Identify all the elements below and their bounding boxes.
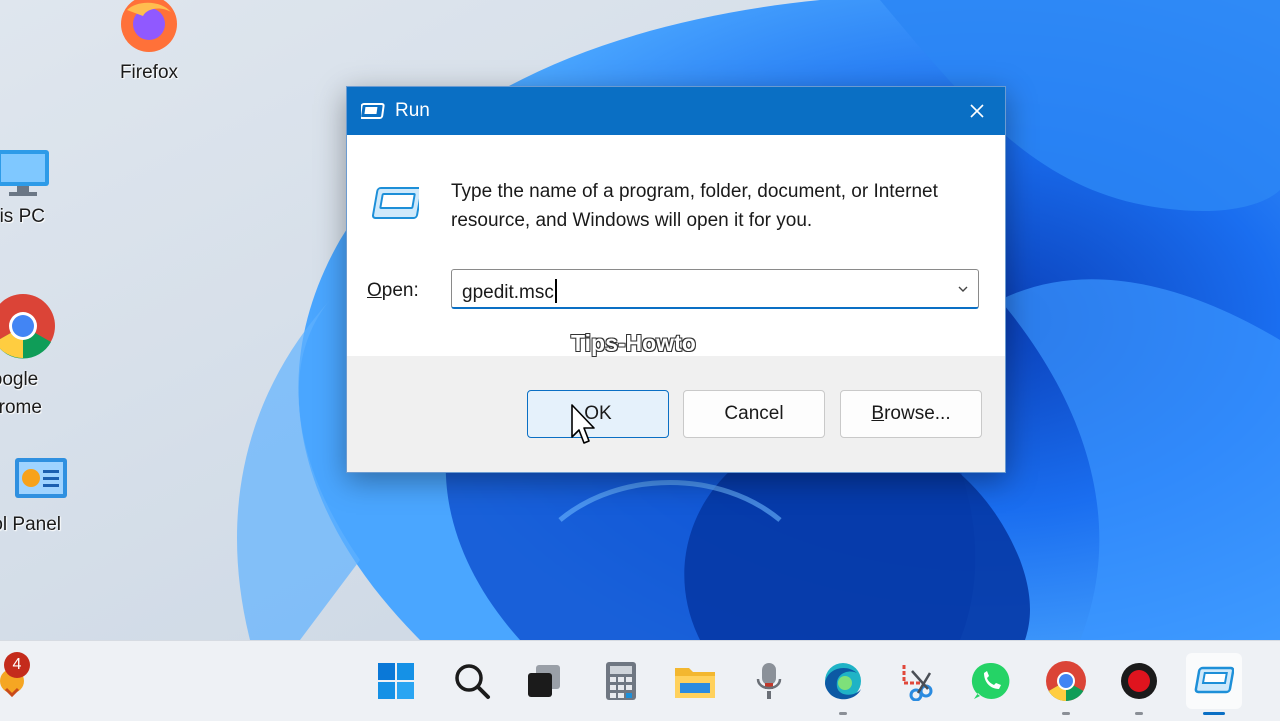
- chrome-icon: [1046, 661, 1086, 701]
- desktop-icon-label: oogle hrome: [0, 369, 42, 418]
- taskbar-file-explorer[interactable]: [667, 653, 723, 709]
- taskbar-edge[interactable]: [815, 653, 871, 715]
- taskbar-start[interactable]: [368, 653, 424, 709]
- notification-badge: 4: [4, 652, 30, 678]
- taskbar-task-view[interactable]: [516, 653, 572, 709]
- task-view-icon: [528, 665, 560, 697]
- run-dialog: Run Type the name of a program, folder, …: [346, 86, 1006, 473]
- run-icon: [1194, 666, 1234, 694]
- run-icon: [361, 103, 385, 119]
- chrome-icon: [0, 294, 55, 359]
- close-button[interactable]: [949, 87, 1005, 135]
- start-icon: [378, 663, 414, 699]
- microphone-icon: [756, 663, 782, 699]
- taskbar-snipping-tool[interactable]: [890, 653, 946, 709]
- taskbar: [0, 640, 1280, 721]
- desktop-icon-control-panel[interactable]: rol Panel: [0, 454, 88, 536]
- active-indicator: [1203, 712, 1225, 715]
- whatsapp-icon: [971, 662, 1010, 699]
- desktop-icon-google-chrome[interactable]: oogle hrome: [0, 290, 58, 422]
- close-icon: [970, 104, 984, 118]
- running-indicator: [839, 712, 847, 715]
- cancel-button[interactable]: Cancel: [683, 390, 825, 438]
- chevron-down-icon[interactable]: [956, 282, 970, 296]
- taskbar-calculator[interactable]: [593, 653, 649, 709]
- taskbar-run[interactable]: [1186, 653, 1242, 715]
- search-icon: [455, 664, 490, 699]
- running-indicator: [1135, 712, 1143, 715]
- dialog-title: Run: [395, 100, 430, 121]
- watermark-text: Tips-Howto: [571, 330, 696, 356]
- ok-button[interactable]: OK: [527, 390, 669, 438]
- control-panel-icon: [15, 458, 67, 498]
- run-app-icon: [372, 187, 419, 219]
- desktop-icon-label: his PC: [0, 206, 45, 227]
- computer-icon: [0, 150, 49, 196]
- run-description: Type the name of a program, folder, docu…: [451, 181, 938, 231]
- file-explorer-icon: [675, 668, 715, 698]
- taskbar-recording-app[interactable]: [1111, 653, 1167, 715]
- taskbar-whatsapp[interactable]: [963, 653, 1019, 709]
- desktop-icon-label: Firefox: [119, 62, 179, 83]
- text-caret: [554, 279, 557, 303]
- calculator-icon: [606, 662, 636, 700]
- desktop-icon-firefox[interactable]: Firefox: [104, 0, 194, 84]
- button-bar: OK Cancel Browse...: [347, 356, 1005, 472]
- taskbar-chrome[interactable]: [1038, 653, 1094, 715]
- taskbar-search[interactable]: [444, 653, 500, 709]
- record-icon: [1121, 663, 1157, 699]
- desktop-icon-this-pc[interactable]: his PC: [0, 144, 58, 228]
- snipping-tool-icon: [902, 665, 933, 701]
- edge-icon: [825, 663, 861, 700]
- mouse-cursor-icon: [571, 404, 595, 444]
- running-indicator: [1062, 712, 1070, 715]
- open-combobox[interactable]: gpedit.msc: [451, 269, 979, 309]
- firefox-icon: [121, 0, 177, 52]
- browse-button[interactable]: Browse...: [840, 390, 982, 438]
- title-bar[interactable]: Run: [347, 87, 1005, 135]
- open-label: Open:: [367, 280, 419, 301]
- taskbar-recorder[interactable]: [741, 653, 797, 709]
- open-input[interactable]: gpedit.msc: [462, 279, 557, 304]
- desktop-icon-label: rol Panel: [0, 514, 61, 535]
